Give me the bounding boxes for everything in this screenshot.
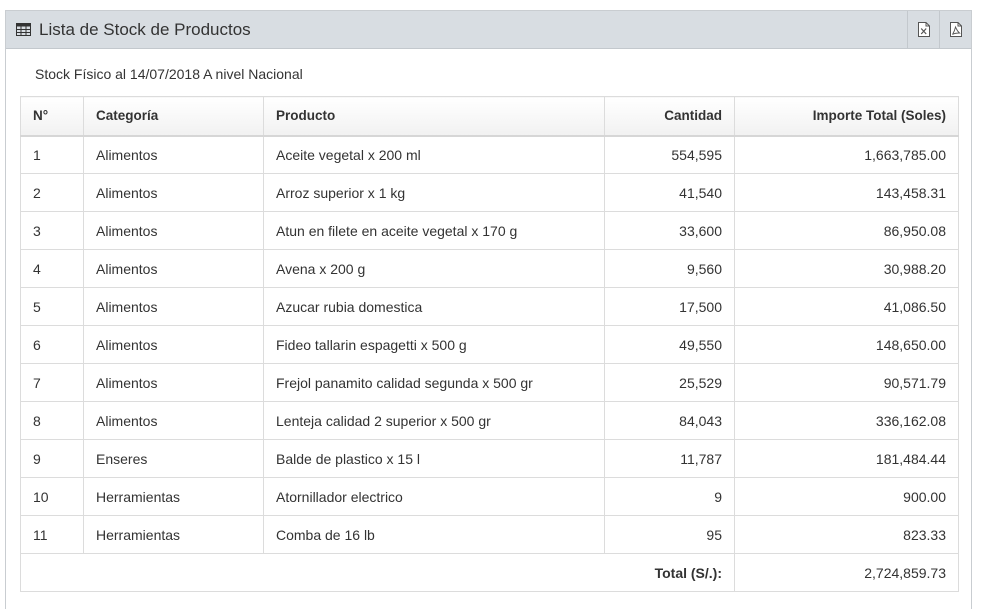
stock-subtitle: Stock Físico al 14/07/2018 A nivel Nacio…	[35, 66, 303, 82]
table-row: 10 Herramientas Atornillador electrico 9…	[20, 477, 959, 516]
table-row: 1 Alimentos Aceite vegetal x 200 ml 554,…	[20, 135, 959, 174]
row-product: Aceite vegetal x 200 ml	[263, 135, 605, 174]
row-quantity: 49,550	[604, 325, 735, 364]
table-row: 5 Alimentos Azucar rubia domestica 17,50…	[20, 287, 959, 326]
panel-title: Lista de Stock de Productos	[39, 19, 251, 39]
row-number: 7	[20, 363, 84, 402]
table-icon	[16, 23, 31, 36]
row-quantity: 25,529	[604, 363, 735, 402]
row-category: Alimentos	[83, 135, 264, 174]
table-row: 7 Alimentos Frejol panamito calidad segu…	[20, 363, 959, 402]
row-number: 2	[20, 173, 84, 212]
row-total-amount: 900.00	[734, 477, 959, 516]
row-total-amount: 181,484.44	[734, 439, 959, 478]
row-total-amount: 1,663,785.00	[734, 135, 959, 174]
row-product: Atun en filete en aceite vegetal x 170 g	[263, 211, 605, 250]
total-label: Total (S/.):	[20, 553, 735, 592]
total-value: 2,724,859.73	[734, 553, 959, 592]
table-row: 2 Alimentos Arroz superior x 1 kg 41,540…	[20, 173, 959, 212]
row-number: 11	[20, 515, 84, 554]
total-row: Total (S/.): 2,724,859.73	[20, 553, 959, 592]
table-row: 8 Alimentos Lenteja calidad 2 superior x…	[20, 401, 959, 440]
row-product: Comba de 16 lb	[263, 515, 605, 554]
pdf-file-icon	[949, 22, 962, 37]
row-quantity: 33,600	[604, 211, 735, 250]
row-number: 6	[20, 325, 84, 364]
row-category: Alimentos	[83, 211, 264, 250]
row-number: 4	[20, 249, 84, 288]
row-total-amount: 90,571.79	[734, 363, 959, 402]
table-row: 6 Alimentos Fideo tallarin espagetti x 5…	[20, 325, 959, 364]
row-number: 9	[20, 439, 84, 478]
row-category: Alimentos	[83, 249, 264, 288]
row-total-amount: 143,458.31	[734, 173, 959, 212]
row-product: Azucar rubia domestica	[263, 287, 605, 326]
row-number: 3	[20, 211, 84, 250]
row-total-amount: 41,086.50	[734, 287, 959, 326]
row-product: Fideo tallarin espagetti x 500 g	[263, 325, 605, 364]
row-product: Avena x 200 g	[263, 249, 605, 288]
stock-panel: Lista de Stock de Productos Stock Físico…	[5, 10, 972, 609]
row-quantity: 41,540	[604, 173, 735, 212]
row-number: 1	[20, 135, 84, 174]
row-product: Atornillador electrico	[263, 477, 605, 516]
row-category: Alimentos	[83, 325, 264, 364]
row-category: Herramientas	[83, 515, 264, 554]
column-header-number[interactable]: N°	[20, 96, 84, 137]
row-product: Arroz superior x 1 kg	[263, 173, 605, 212]
row-product: Balde de plastico x 15 l	[263, 439, 605, 478]
row-category: Enseres	[83, 439, 264, 478]
row-total-amount: 823.33	[734, 515, 959, 554]
row-category: Alimentos	[83, 401, 264, 440]
column-header-product[interactable]: Producto	[263, 96, 605, 137]
row-product: Frejol panamito calidad segunda x 500 gr	[263, 363, 605, 402]
row-total-amount: 30,988.20	[734, 249, 959, 288]
excel-file-icon	[917, 22, 930, 37]
panel-header: Lista de Stock de Productos	[6, 11, 971, 49]
row-quantity: 554,595	[604, 135, 735, 174]
column-header-category[interactable]: Categoría	[83, 96, 264, 137]
row-quantity: 84,043	[604, 401, 735, 440]
column-header-total-amount[interactable]: Importe Total (Soles)	[734, 96, 959, 137]
row-quantity: 95	[604, 515, 735, 554]
row-category: Alimentos	[83, 363, 264, 402]
row-number: 10	[20, 477, 84, 516]
row-product: Lenteja calidad 2 superior x 500 gr	[263, 401, 605, 440]
table-row: 4 Alimentos Avena x 200 g 9,560 30,988.2…	[20, 249, 959, 288]
row-total-amount: 86,950.08	[734, 211, 959, 250]
table-header-row: N° Categoría Producto Cantidad Importe T…	[20, 96, 959, 137]
row-total-amount: 336,162.08	[734, 401, 959, 440]
row-quantity: 11,787	[604, 439, 735, 478]
table-row: 9 Enseres Balde de plastico x 15 l 11,78…	[20, 439, 959, 478]
header-actions	[907, 11, 971, 48]
row-quantity: 17,500	[604, 287, 735, 326]
row-total-amount: 148,650.00	[734, 325, 959, 364]
row-category: Alimentos	[83, 287, 264, 326]
row-quantity: 9,560	[604, 249, 735, 288]
column-header-quantity[interactable]: Cantidad	[604, 96, 735, 137]
row-number: 5	[20, 287, 84, 326]
stock-table: N° Categoría Producto Cantidad Importe T…	[20, 96, 959, 592]
row-category: Herramientas	[83, 477, 264, 516]
table-row: 11 Herramientas Comba de 16 lb 95 823.33	[20, 515, 959, 554]
export-pdf-button[interactable]	[939, 11, 971, 48]
row-number: 8	[20, 401, 84, 440]
row-category: Alimentos	[83, 173, 264, 212]
table-row: 3 Alimentos Atun en filete en aceite veg…	[20, 211, 959, 250]
export-excel-button[interactable]	[907, 11, 939, 48]
row-quantity: 9	[604, 477, 735, 516]
